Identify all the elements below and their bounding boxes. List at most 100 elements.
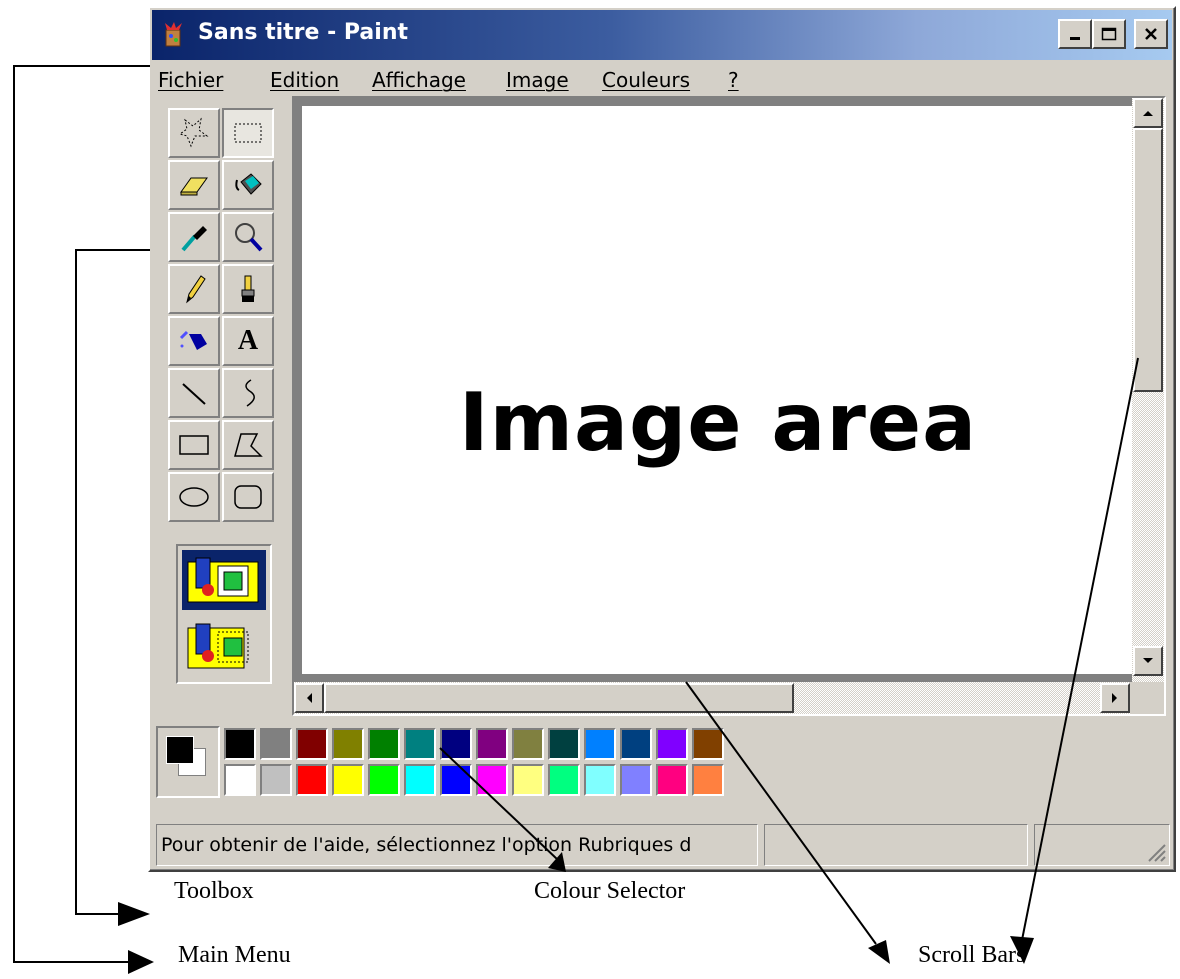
toolbox-leader-line	[75, 249, 150, 915]
curve-icon	[245, 379, 255, 407]
palette-swatch[interactable]	[512, 764, 544, 796]
tool-curve[interactable]	[222, 368, 274, 418]
current-colors	[156, 726, 220, 798]
paint-app-icon	[165, 22, 182, 47]
tool-free-form-select[interactable]	[168, 108, 220, 158]
horizontal-scrollbar[interactable]	[294, 682, 1132, 714]
fill-bucket-icon	[235, 173, 262, 195]
tool-magnifier[interactable]	[222, 212, 274, 262]
menu-affichage[interactable]: Affichage	[372, 68, 466, 92]
arrow-down-icon	[1143, 658, 1153, 663]
rect-select-icon	[234, 123, 262, 143]
menu-edition[interactable]: Edition	[270, 68, 339, 92]
menu-help[interactable]: ?	[728, 68, 739, 92]
ellipse-icon	[179, 487, 209, 507]
tool-pencil[interactable]	[168, 264, 220, 314]
tool-options	[176, 544, 272, 684]
transparent-selection-icon	[187, 623, 249, 669]
horizontal-scroll-thumb[interactable]	[324, 683, 794, 713]
palette-swatch[interactable]	[440, 764, 472, 796]
palette-swatch[interactable]	[224, 728, 256, 760]
image-area[interactable]: Image area	[302, 106, 1134, 674]
palette-swatch[interactable]	[224, 764, 256, 796]
palette-swatch[interactable]	[368, 764, 400, 796]
scrollbar-corner	[1130, 682, 1164, 714]
tool-fill[interactable]	[222, 160, 274, 210]
tool-ellipse[interactable]	[168, 472, 220, 522]
main-menu-arrowhead	[128, 950, 154, 974]
palette-swatch[interactable]	[260, 764, 292, 796]
palette-swatch[interactable]	[512, 728, 544, 760]
scroll-bars-arrowhead-h	[868, 940, 890, 964]
tool-rounded-rect[interactable]	[222, 472, 274, 522]
tool-eraser[interactable]	[168, 160, 220, 210]
toolbox: A	[160, 100, 282, 690]
color-picker-icon	[181, 226, 207, 252]
resize-grip-icon[interactable]	[1145, 841, 1167, 863]
status-position-pane	[764, 824, 1028, 866]
palette-swatch[interactable]	[296, 728, 328, 760]
scroll-right-button[interactable]	[1100, 683, 1130, 713]
tool-polygon[interactable]	[222, 420, 274, 470]
annotation-main-menu: Main Menu	[178, 942, 291, 968]
airbrush-icon	[179, 330, 207, 350]
tool-rectangle[interactable]	[168, 420, 220, 470]
palette-swatch[interactable]	[368, 728, 400, 760]
toolbox-arrowhead	[118, 902, 150, 926]
palette-swatch[interactable]	[692, 728, 724, 760]
palette-swatch[interactable]	[296, 764, 328, 796]
palette-swatch[interactable]	[548, 728, 580, 760]
palette-swatch[interactable]	[620, 764, 652, 796]
transparency-transparent-option[interactable]	[182, 616, 266, 676]
menu-couleurs[interactable]: Couleurs	[602, 68, 690, 92]
tool-line[interactable]	[168, 368, 220, 418]
palette-swatch[interactable]	[332, 728, 364, 760]
vertical-scroll-thumb[interactable]	[1133, 128, 1163, 392]
scroll-up-button[interactable]	[1133, 98, 1163, 128]
title-bar[interactable]: Sans titre - Paint	[152, 10, 1172, 60]
palette-swatch[interactable]	[620, 728, 652, 760]
minimize-button[interactable]	[1058, 19, 1092, 49]
tool-airbrush[interactable]	[168, 316, 220, 366]
palette-swatch[interactable]	[476, 728, 508, 760]
maximize-icon	[1101, 27, 1117, 41]
palette-swatch[interactable]	[260, 728, 292, 760]
minimize-icon	[1070, 37, 1080, 40]
menu-image[interactable]: Image	[506, 68, 569, 92]
palette-swatch[interactable]	[332, 764, 364, 796]
palette-swatch[interactable]	[404, 728, 436, 760]
pencil-icon	[186, 275, 206, 304]
opaque-selection-icon	[187, 557, 259, 603]
scroll-left-button[interactable]	[294, 683, 324, 713]
status-size-pane	[1034, 824, 1170, 866]
polygon-icon	[234, 433, 263, 457]
palette-swatch[interactable]	[656, 764, 688, 796]
vertical-scrollbar[interactable]	[1132, 98, 1164, 682]
canvas-frame: Image area	[292, 96, 1166, 716]
menu-fichier[interactable]: Fichier	[158, 68, 223, 92]
image-area-label: Image area	[458, 376, 978, 469]
tool-rect-select[interactable]	[222, 108, 274, 158]
window-title: Sans titre - Paint	[198, 20, 408, 45]
arrow-up-icon	[1143, 111, 1153, 116]
palette-swatch[interactable]	[584, 728, 616, 760]
palette-swatch[interactable]	[656, 728, 688, 760]
scroll-down-button[interactable]	[1133, 646, 1163, 676]
annotation-toolbox: Toolbox	[174, 878, 254, 904]
palette-swatch[interactable]	[476, 764, 508, 796]
colour-selector	[156, 726, 756, 798]
palette-swatch[interactable]	[692, 764, 724, 796]
paint-window: Sans titre - Paint Fichier Edition Affic…	[148, 6, 1176, 872]
tool-text[interactable]: A	[222, 316, 274, 366]
foreground-color[interactable]	[166, 736, 194, 764]
tool-color-picker[interactable]	[168, 212, 220, 262]
close-button[interactable]	[1134, 19, 1168, 49]
palette-swatch[interactable]	[404, 764, 436, 796]
annotation-colour-selector: Colour Selector	[534, 878, 686, 904]
maximize-button[interactable]	[1092, 19, 1126, 49]
palette-swatch[interactable]	[548, 764, 580, 796]
palette-swatch[interactable]	[440, 728, 472, 760]
tool-brush[interactable]	[222, 264, 274, 314]
transparency-opaque-option[interactable]	[182, 550, 266, 610]
palette-swatch[interactable]	[584, 764, 616, 796]
